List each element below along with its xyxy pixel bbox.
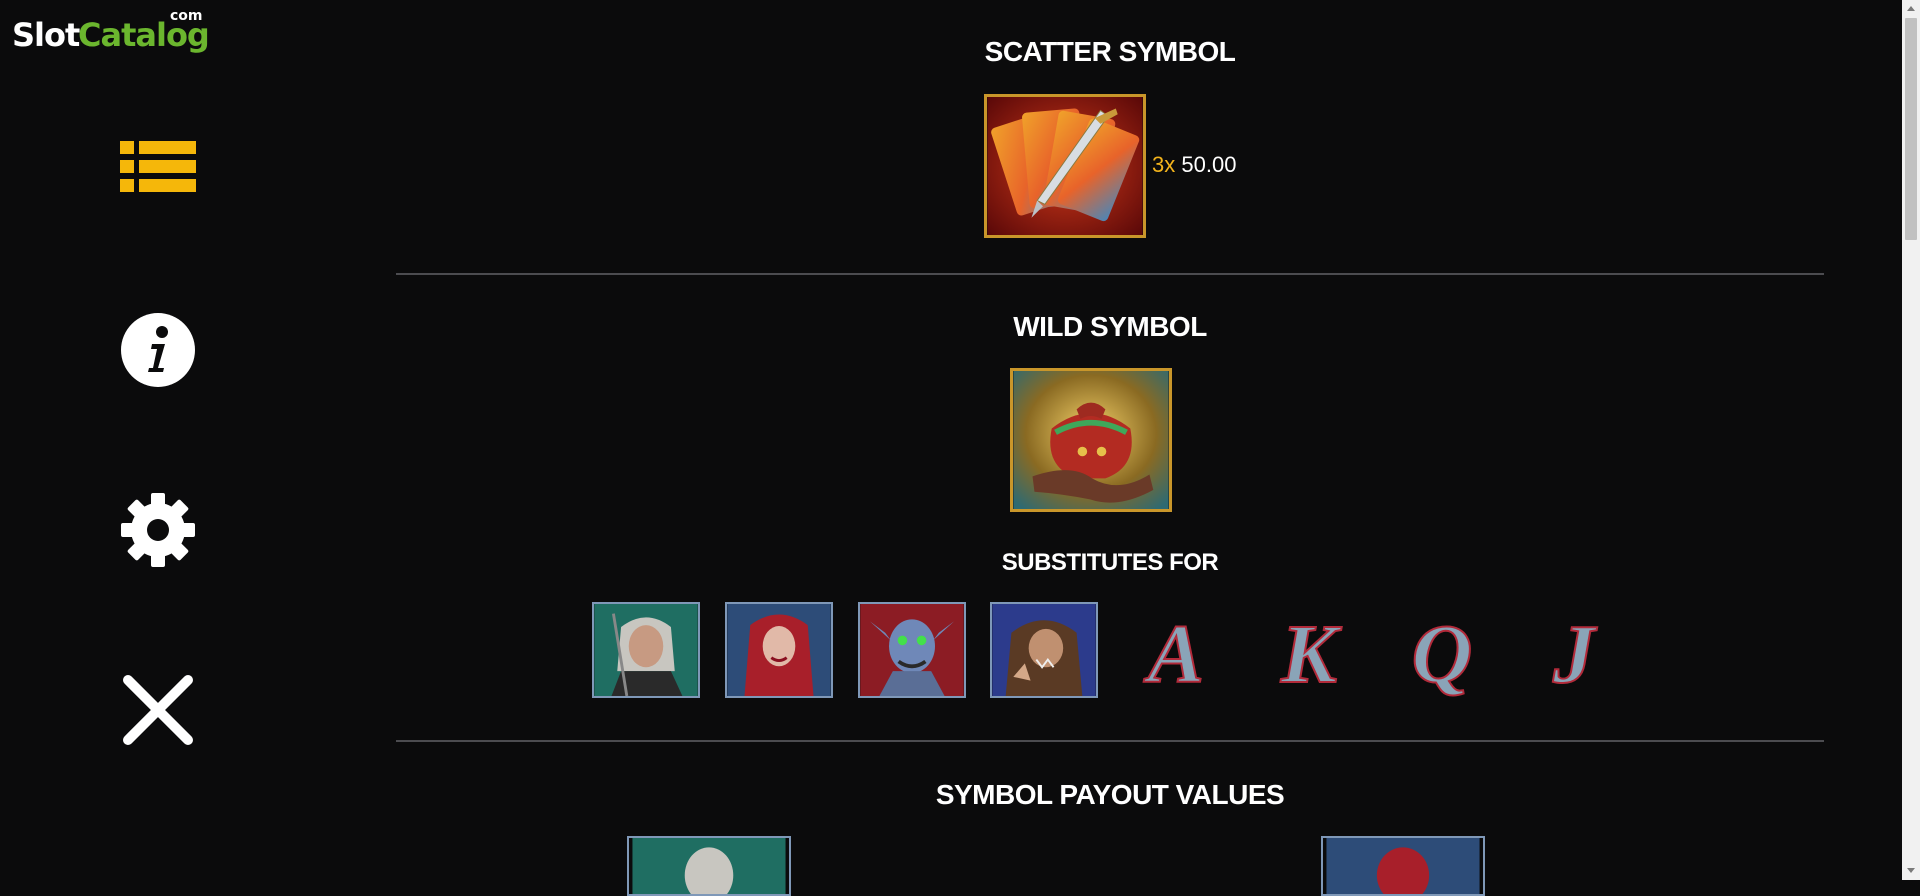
svg-text:K: K (1280, 608, 1342, 698)
hunter-portrait-icon (632, 838, 786, 894)
werewolf-portrait-icon (992, 604, 1096, 696)
substitute-symbol (858, 602, 966, 698)
gear-icon (121, 493, 195, 567)
svg-text:A: A (1143, 608, 1204, 698)
scatter-cards-dagger-icon (987, 97, 1143, 235)
section-divider (396, 740, 1824, 742)
scatter-payout-multiplier: 3x (1152, 152, 1176, 177)
substitute-symbol (990, 602, 1098, 698)
wild-section-title: WILD SYMBOL (1013, 311, 1207, 342)
paytable-content: SCATTER SYMBOL 3x 50.00 WILD SYMBOL SUBS… (396, 0, 1824, 896)
scatter-symbol-tile (984, 94, 1146, 238)
settings-button[interactable] (118, 490, 198, 570)
payouts-section-title: SYMBOL PAYOUT VALUES (935, 779, 1285, 810)
section-divider (396, 273, 1824, 275)
substitute-symbol: A (1122, 602, 1230, 698)
substitute-symbol: J (1520, 602, 1628, 698)
scroll-down-arrow-icon (1907, 868, 1915, 873)
substitute-symbol: Q (1388, 602, 1496, 698)
payout-symbol-tile (1321, 836, 1485, 896)
info-icon (121, 313, 195, 387)
scatter-payout-value: 50.00 (1181, 152, 1237, 177)
hunter-portrait-icon (594, 604, 698, 696)
scroll-up-button[interactable] (1902, 0, 1920, 18)
wild-symbol-tile (1010, 368, 1172, 512)
wild-pouch-icon (1013, 371, 1169, 509)
scroll-up-arrow-icon (1907, 6, 1915, 11)
paytable-list-button[interactable] (118, 130, 198, 210)
payout-symbol-tile (627, 836, 791, 896)
vampire-woman-portrait-icon (1326, 838, 1480, 894)
letter-a-symbol: A (1142, 607, 1205, 698)
scatter-payout: 3x 50.00 (1152, 152, 1236, 178)
ghoul-portrait-icon (860, 604, 964, 696)
substitute-symbol (725, 602, 833, 698)
scatter-section-title: SCATTER SYMBOL (984, 36, 1236, 67)
letter-q-symbol: Q (1411, 607, 1474, 698)
scrollbar-thumb[interactable] (1905, 18, 1917, 240)
substitute-symbol (592, 602, 700, 698)
close-icon (123, 675, 193, 745)
slotcatalog-logo[interactable]: Slot Catalog com (12, 8, 212, 58)
substitute-symbol: K (1255, 602, 1363, 698)
svg-text:J: J (1552, 608, 1598, 698)
close-button[interactable] (118, 670, 198, 750)
logo-text-com: com (170, 8, 203, 24)
svg-text:Q: Q (1412, 608, 1473, 698)
logo-text-slot: Slot (12, 16, 80, 54)
list-icon (120, 141, 196, 192)
info-button[interactable] (118, 310, 198, 390)
substitutes-title: SUBSTITUTES FOR (1001, 549, 1219, 576)
letter-k-symbol: K (1279, 607, 1343, 698)
letter-j-symbol: J (1551, 607, 1599, 698)
scroll-down-button[interactable] (1902, 862, 1920, 880)
vampire-woman-portrait-icon (727, 604, 831, 696)
vertical-scrollbar[interactable] (1902, 0, 1920, 880)
